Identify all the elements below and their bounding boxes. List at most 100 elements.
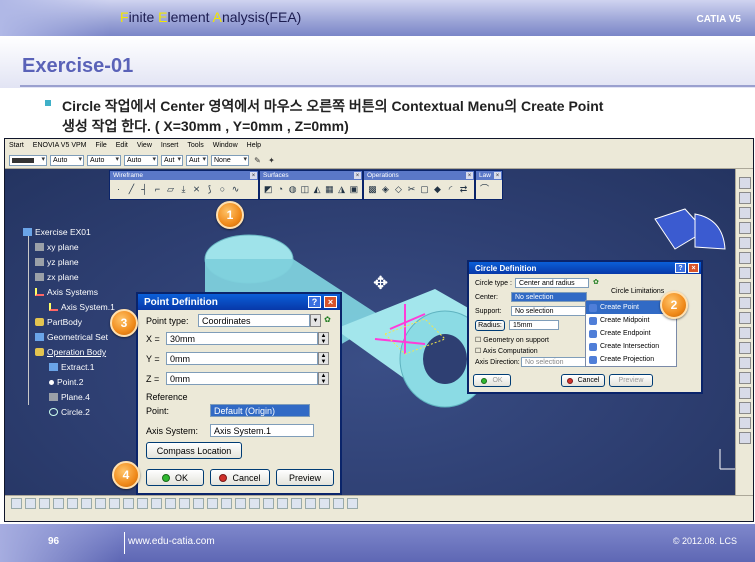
menu-file[interactable]: File bbox=[95, 142, 106, 149]
circle-preview-button[interactable]: Preview bbox=[609, 374, 653, 387]
create-endpoint-menu-item[interactable]: Create Endpoint bbox=[586, 327, 676, 340]
paste-icon[interactable] bbox=[95, 498, 106, 509]
menu-window[interactable]: Window bbox=[213, 142, 238, 149]
print-icon[interactable] bbox=[53, 498, 64, 509]
create-midpoint-menu-item[interactable]: Create Midpoint bbox=[586, 314, 676, 327]
open-file-icon[interactable] bbox=[25, 498, 36, 509]
menu-help[interactable]: Help bbox=[247, 142, 261, 149]
website-link[interactable]: www.edu-catia.com bbox=[128, 536, 215, 547]
copy-icon[interactable] bbox=[81, 498, 92, 509]
boolean-icon[interactable] bbox=[738, 432, 751, 444]
help-icon[interactable]: ? bbox=[308, 296, 321, 308]
fly-mode-icon[interactable] bbox=[193, 498, 204, 509]
extract-icon[interactable]: ◆ bbox=[432, 183, 443, 195]
center-field[interactable]: No selection bbox=[511, 292, 587, 302]
law-icon[interactable]: ⌒ bbox=[479, 183, 490, 195]
preview-button[interactable]: Preview bbox=[276, 469, 334, 486]
chamfer-icon[interactable] bbox=[738, 372, 751, 384]
hole-icon[interactable] bbox=[738, 327, 751, 339]
hide-show-icon[interactable] bbox=[319, 498, 330, 509]
translate-icon[interactable]: ⇄ bbox=[458, 183, 469, 195]
offset-surface-icon[interactable]: ◫ bbox=[300, 183, 310, 195]
z-coordinate-input[interactable]: 0mm bbox=[166, 372, 318, 385]
snap-icon[interactable] bbox=[738, 267, 751, 279]
circle-cancel-button[interactable]: Cancel bbox=[561, 374, 605, 387]
sphere-icon[interactable]: ◍ bbox=[288, 183, 298, 195]
circle-type-select[interactable]: Center and radius bbox=[515, 278, 589, 288]
fillet-icon[interactable]: ◜ bbox=[445, 183, 456, 195]
zoom-out-icon[interactable] bbox=[263, 498, 274, 509]
tree-geometrical-set[interactable]: Geometrical Set bbox=[35, 332, 108, 342]
tree-part-body[interactable]: PartBody bbox=[35, 317, 82, 327]
settings-icon[interactable]: ✿ bbox=[322, 314, 333, 325]
zoom-in-icon[interactable] bbox=[249, 498, 260, 509]
layer-combo[interactable]: Aut bbox=[186, 154, 208, 166]
normal-view-icon[interactable] bbox=[277, 498, 288, 509]
knowledge-icon[interactable] bbox=[165, 498, 176, 509]
x-coordinate-input[interactable]: 30mm bbox=[166, 332, 318, 345]
new-file-icon[interactable] bbox=[11, 498, 22, 509]
none-combo[interactable]: None bbox=[211, 154, 249, 166]
untrim-icon[interactable]: ◇ bbox=[393, 183, 404, 195]
menu-edit[interactable]: Edit bbox=[116, 142, 128, 149]
work-on-support-icon[interactable] bbox=[738, 252, 751, 264]
tree-zx-plane[interactable]: zx plane bbox=[35, 272, 79, 282]
close-icon[interactable]: × bbox=[324, 296, 337, 308]
point-type-select[interactable]: Coordinates bbox=[198, 314, 310, 327]
menu-tools[interactable]: Tools bbox=[187, 142, 203, 149]
geometry-on-support-checkbox[interactable]: ☐ Geometry on support bbox=[475, 336, 549, 344]
tree-xy-plane[interactable]: xy plane bbox=[35, 242, 79, 252]
point-reference-field[interactable]: Default (Origin) bbox=[210, 404, 310, 417]
close-icon[interactable]: × bbox=[250, 172, 257, 179]
y-spinner[interactable]: ▲ ▼ bbox=[318, 352, 329, 365]
pan-icon[interactable] bbox=[221, 498, 232, 509]
tree-operation-body[interactable]: Operation Body bbox=[35, 347, 106, 357]
projection-icon[interactable]: ⤓ bbox=[178, 183, 189, 195]
menu-start[interactable]: Start bbox=[9, 142, 24, 149]
ok-button[interactable]: OK bbox=[146, 469, 204, 486]
line-type-combo[interactable]: Auto bbox=[124, 154, 158, 166]
constraint-icon[interactable] bbox=[738, 207, 751, 219]
select-icon[interactable] bbox=[738, 177, 751, 189]
update-icon[interactable] bbox=[179, 498, 190, 509]
quick-view-icon[interactable] bbox=[291, 498, 302, 509]
compass-location-button[interactable]: Compass Location bbox=[146, 442, 242, 459]
color-combo[interactable] bbox=[9, 154, 47, 166]
tree-yz-plane[interactable]: yz plane bbox=[35, 257, 79, 267]
close-icon[interactable]: × bbox=[466, 172, 473, 179]
z-spinner[interactable]: ▲ ▼ bbox=[318, 372, 329, 385]
line-thickness-combo[interactable]: Auto bbox=[87, 154, 121, 166]
healing-icon[interactable]: ◈ bbox=[380, 183, 391, 195]
close-icon[interactable]: × bbox=[354, 172, 361, 179]
undo-icon[interactable] bbox=[109, 498, 120, 509]
sketcher-icon[interactable] bbox=[738, 192, 751, 204]
line-icon[interactable]: ╱ bbox=[126, 183, 137, 195]
tree-plane-4[interactable]: Plane.4 bbox=[49, 392, 90, 402]
close-icon[interactable]: × bbox=[688, 263, 699, 273]
pattern-icon[interactable] bbox=[738, 402, 751, 414]
render-style-icon[interactable] bbox=[305, 498, 316, 509]
tree-point-2[interactable]: Point.2 bbox=[49, 377, 83, 387]
menu-view[interactable]: View bbox=[137, 142, 152, 149]
help-icon[interactable]: ? bbox=[675, 263, 686, 273]
point-icon[interactable]: · bbox=[113, 183, 124, 195]
menu-enovia[interactable]: ENOVIA V5 VPM bbox=[33, 142, 87, 149]
tree-extract-1[interactable]: Extract.1 bbox=[49, 362, 95, 372]
support-field[interactable]: No selection bbox=[511, 306, 587, 316]
format-painter-icon[interactable]: ✦ bbox=[266, 155, 277, 166]
point-definition-titlebar[interactable]: Point Definition ? × bbox=[138, 294, 340, 310]
axis-computation-checkbox[interactable]: ☐ Axis Computation bbox=[475, 347, 538, 355]
redo-icon[interactable] bbox=[123, 498, 134, 509]
y-coordinate-input[interactable]: 0mm bbox=[166, 352, 318, 365]
grid-icon[interactable] bbox=[738, 237, 751, 249]
sketcher-grid-icon[interactable] bbox=[347, 498, 358, 509]
blend-icon[interactable]: ▣ bbox=[349, 183, 359, 195]
transparency-combo[interactable]: Auto bbox=[50, 154, 84, 166]
split-icon[interactable]: ✂ bbox=[406, 183, 417, 195]
x-spinner[interactable]: ▲ ▼ bbox=[318, 332, 329, 345]
axis-system-field[interactable]: Axis System.1 bbox=[210, 424, 314, 437]
revolve-icon[interactable]: ◔ bbox=[275, 183, 285, 195]
whats-this-icon[interactable] bbox=[137, 498, 148, 509]
join-icon[interactable]: ▩ bbox=[367, 183, 378, 195]
tree-root[interactable]: Exercise EX01 bbox=[23, 227, 91, 237]
